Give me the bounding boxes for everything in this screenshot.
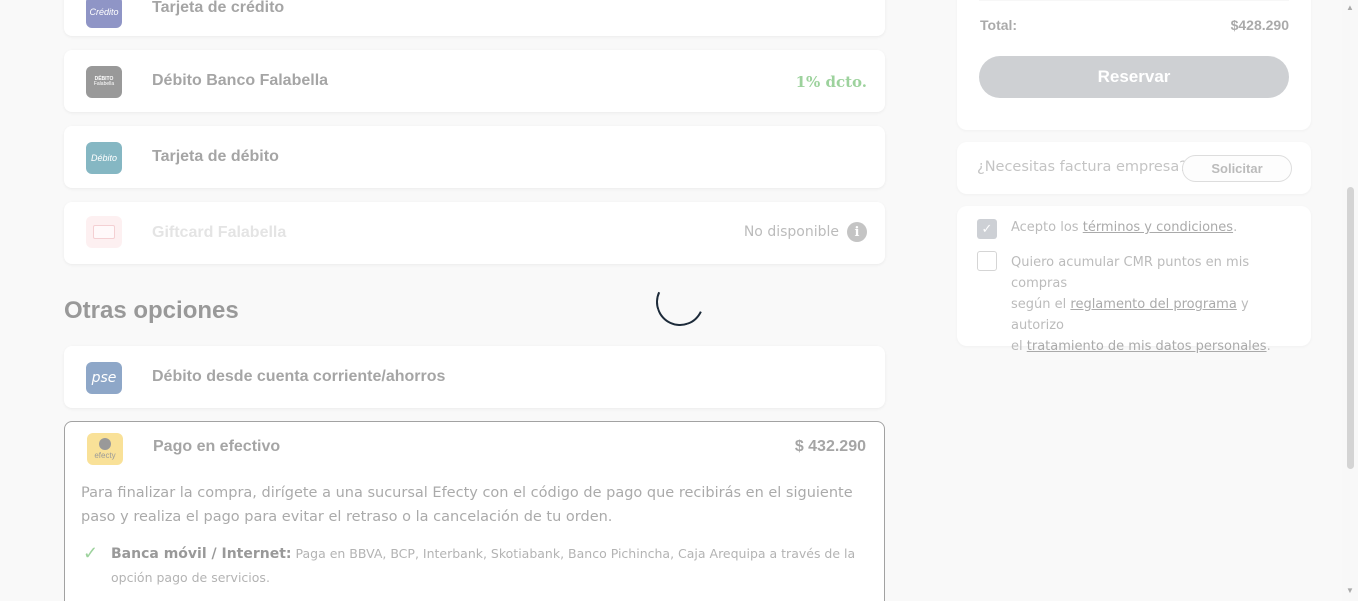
divider (979, 0, 1289, 1)
cmr-text: Quiero acumular CMR puntos en mis compra… (1011, 255, 1271, 354)
total-value: $428.290 (1230, 17, 1289, 33)
payment-option-giftcard: Giftcard Falabella No disponible i (64, 202, 885, 264)
unavailable-status: No disponible i (744, 222, 867, 242)
pse-icon: pse (86, 362, 122, 394)
terms-checkbox[interactable]: ✓ (977, 219, 997, 239)
invoice-question: ¿Necesitas factura empresa? (977, 159, 1187, 175)
loading-spinner-icon (649, 271, 711, 333)
payment-option-pse[interactable]: pse Débito desde cuenta corriente/ahorro… (64, 346, 885, 408)
efecty-logo-mark (99, 438, 111, 450)
scroll-down-arrow-icon[interactable]: ▼ (1346, 586, 1354, 595)
payment-option-label: Débito desde cuenta corriente/ahorros (152, 368, 446, 385)
scroll-up-arrow-icon[interactable]: ▲ (1346, 3, 1354, 12)
payment-option-label: Tarjeta de crédito (152, 0, 285, 16)
scrollbar-thumb[interactable] (1347, 187, 1354, 469)
reserve-button[interactable]: Reservar (979, 56, 1289, 98)
payment-option-debito-falabella[interactable]: DÉBITO Falabella Débito Banco Falabella … (64, 50, 885, 112)
payment-option-label: Débito Banco Falabella (152, 72, 329, 89)
request-invoice-button[interactable]: Solicitar (1182, 155, 1292, 182)
section-title-other-options: Otras opciones (64, 297, 239, 324)
payment-option-efecty[interactable]: efecty Pago en efectivo $ 432.290 Para f… (64, 421, 885, 601)
cmr-checkbox[interactable] (977, 251, 997, 271)
personal-data-link[interactable]: tratamiento de mis datos personales (1027, 339, 1267, 354)
efecty-bullet: Banca móvil / Internet: Paga en BBVA, BC… (111, 542, 871, 590)
giftcard-icon (86, 216, 122, 248)
discount-badge: 1% dcto. (795, 73, 867, 91)
payment-option-label: Pago en efectivo (153, 438, 281, 455)
efecty-description: Para finalizar la compra, dirígete a una… (81, 485, 853, 525)
terms-card: ✓ Acepto los términos y condiciones. Qui… (957, 206, 1311, 354)
payment-option-debit-card[interactable]: Débito Tarjeta de débito (64, 126, 885, 188)
check-icon: ✓ (83, 543, 99, 563)
efecty-icon: efecty (87, 433, 123, 465)
terms-link[interactable]: términos y condiciones (1083, 220, 1233, 235)
debit-card-icon: Débito (86, 142, 122, 174)
info-icon[interactable]: i (847, 222, 867, 242)
page-scrollbar[interactable]: ▲ ▼ (1342, 0, 1358, 601)
debito-falabella-icon: DÉBITO Falabella (86, 66, 122, 98)
efecty-price: $ 432.290 (794, 438, 866, 455)
payment-option-credit-card[interactable]: Crédito Tarjeta de crédito (64, 0, 885, 36)
terms-text: Acepto los términos y condiciones. (1011, 220, 1238, 235)
payment-option-label: Giftcard Falabella (152, 224, 287, 241)
program-rules-link[interactable]: reglamento del programa (1070, 297, 1236, 312)
invoice-card: ¿Necesitas factura empresa? Solicitar (957, 142, 1311, 194)
credit-card-icon: Crédito (86, 0, 122, 28)
payment-option-label: Tarjeta de débito (152, 148, 279, 165)
order-summary-card: Total: $428.290 Reservar (957, 0, 1311, 130)
total-label: Total: (980, 17, 1018, 33)
bullet-title: Banca móvil / Internet: (111, 546, 292, 562)
